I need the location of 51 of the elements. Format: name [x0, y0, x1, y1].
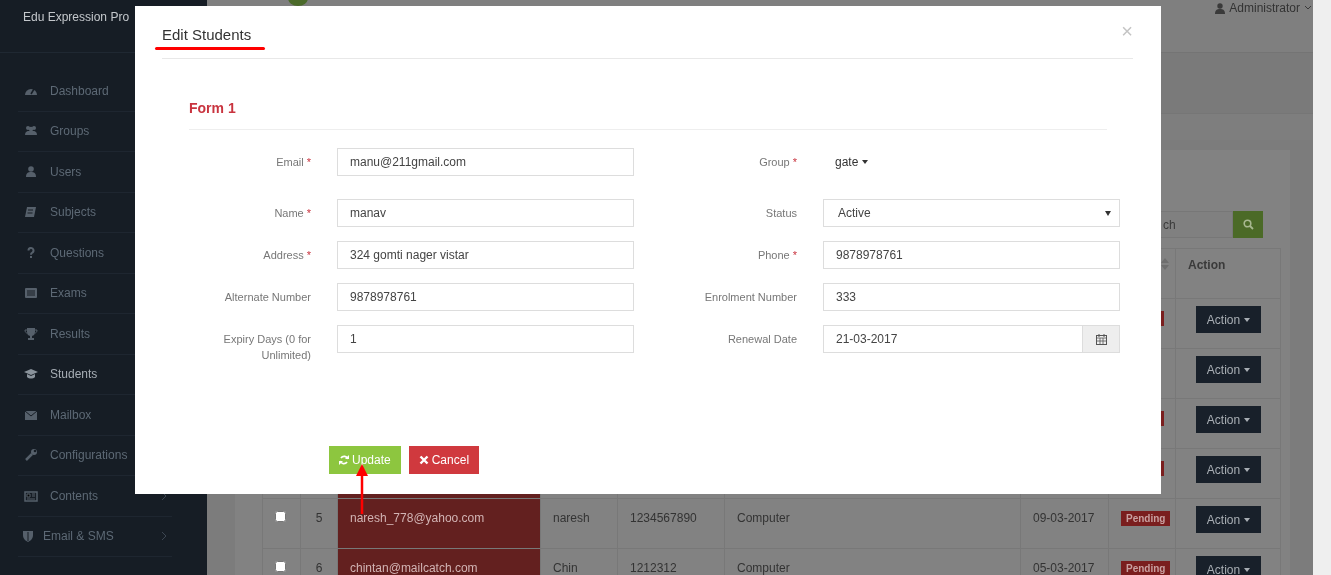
date-field[interactable]: 21-03-2017: [823, 325, 1083, 353]
required-mark: *: [306, 156, 311, 168]
action-button[interactable]: Action: [1196, 306, 1261, 333]
column-header: Action: [1188, 258, 1226, 272]
field-label: Email: [276, 156, 304, 168]
status-badge: Pending: [1121, 511, 1171, 526]
sidebar-item[interactable]: Students: [50, 367, 98, 382]
action-button[interactable]: Action: [1196, 456, 1261, 483]
action-button[interactable]: Action: [1196, 406, 1261, 433]
phone-cell: 1212312: [630, 561, 677, 575]
input-field[interactable]: manav: [337, 199, 634, 227]
action-button[interactable]: Action: [1196, 356, 1261, 383]
date-cell: 05-03-2017: [1033, 561, 1095, 575]
field-label: Group: [759, 156, 790, 168]
subject-cell: Computer: [737, 511, 790, 525]
field-label: Expiry Days (0 for Unlimited): [223, 333, 311, 361]
field-label: Renewal Date: [727, 333, 797, 345]
modal-title: Edit Students: [162, 26, 252, 43]
field-label: Alternate Number: [224, 291, 311, 303]
input-field[interactable]: manu@211gmail.com: [337, 148, 634, 176]
field-label: Enrolment Number: [704, 291, 797, 303]
required-mark: *: [792, 156, 797, 168]
required-mark: *: [306, 207, 311, 219]
row-number: 5: [315, 511, 323, 525]
phone-cell: 1234567890: [630, 511, 697, 525]
cancel-button[interactable]: Cancel: [408, 446, 480, 474]
section-title: Form 1: [189, 100, 236, 116]
group-dropdown[interactable]: gate: [823, 148, 869, 176]
status-select[interactable]: Active: [823, 199, 1120, 227]
input-field[interactable]: 324 gomti nager vistar: [337, 241, 634, 269]
row-number: 6: [315, 561, 323, 575]
action-button[interactable]: Action: [1196, 556, 1261, 575]
input-field[interactable]: 333: [823, 283, 1120, 311]
name-cell: naresh: [553, 511, 590, 525]
input-field[interactable]: 9878978761: [823, 241, 1120, 269]
field-label: Address: [263, 249, 304, 261]
subject-cell: Computer: [737, 561, 790, 575]
status-badge: Pending: [1121, 561, 1171, 575]
brand-name: Edu Expression Pro: [23, 10, 130, 24]
required-mark: *: [306, 249, 311, 261]
email-cell: naresh_778@yahoo.com: [350, 511, 485, 525]
date-cell: 09-03-2017: [1033, 511, 1095, 525]
input-field[interactable]: 1: [337, 325, 634, 353]
action-button[interactable]: Action: [1196, 506, 1261, 533]
name-cell: Chin: [553, 561, 578, 575]
field-label: Phone: [757, 249, 790, 261]
field-label: Status: [765, 207, 797, 219]
field-label: Name: [274, 207, 304, 219]
required-mark: *: [792, 249, 797, 261]
input-field[interactable]: 9878978761: [337, 283, 634, 311]
email-cell: chintan@mailcatch.com: [350, 561, 478, 575]
